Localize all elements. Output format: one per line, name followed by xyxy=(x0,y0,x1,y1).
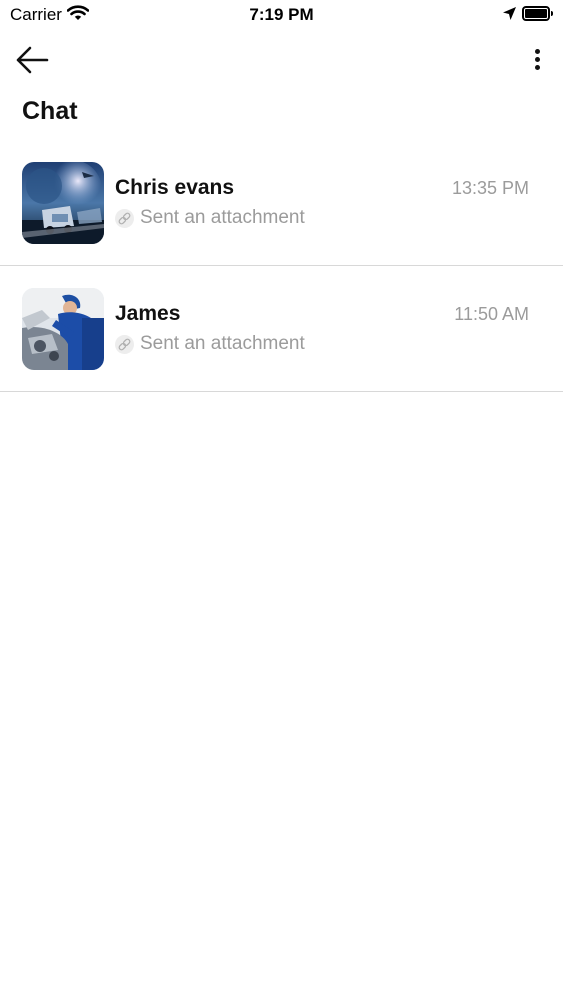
link-icon xyxy=(115,335,134,354)
chat-timestamp: 13:35 PM xyxy=(451,178,529,198)
status-bar: Carrier 7:19 PM xyxy=(0,0,563,30)
arrow-left-icon xyxy=(14,46,50,80)
chat-list: Chris evans 13:35 PM Sent an attachment xyxy=(0,140,563,392)
avatar xyxy=(22,288,104,370)
more-vertical-icon xyxy=(528,46,548,74)
chat-last-message: Sent an attachment xyxy=(140,333,305,354)
battery-icon xyxy=(522,6,553,21)
avatar xyxy=(22,162,104,244)
back-button[interactable] xyxy=(14,44,50,76)
chat-last-message: Sent an attachment xyxy=(140,207,305,228)
chat-contact-name: Chris evans xyxy=(115,176,235,199)
chat-timestamp: 11:50 AM xyxy=(454,304,529,324)
chat-list-item[interactable]: Chris evans 13:35 PM Sent an attachment xyxy=(0,140,563,266)
link-icon xyxy=(115,209,134,228)
clock-time: 7:19 PM xyxy=(249,5,314,24)
chat-contact-name: James xyxy=(115,302,181,325)
more-options-button[interactable] xyxy=(528,46,548,74)
page-title: Chat xyxy=(22,97,78,125)
location-arrow-icon xyxy=(502,6,517,26)
chat-list-item[interactable]: James 11:50 AM Sent an attachment xyxy=(0,266,563,392)
